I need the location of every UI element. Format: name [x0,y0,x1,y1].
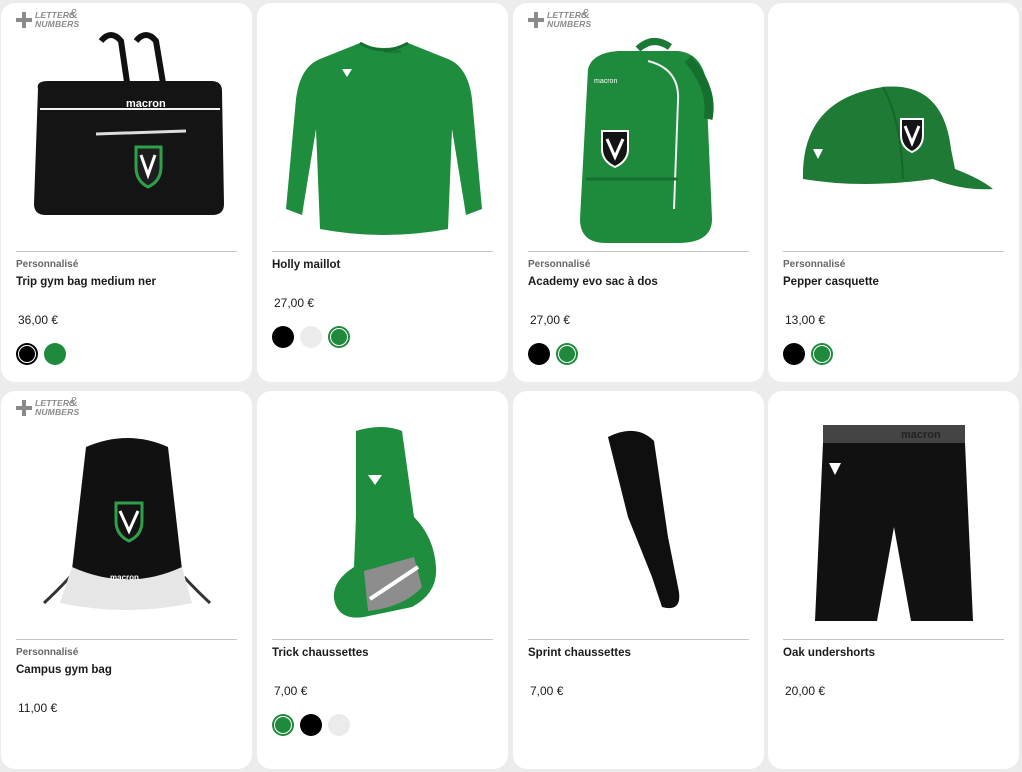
plus-icon [528,12,544,28]
svg-text:macron: macron [594,78,617,85]
drawstring-bag-icon: macron [42,438,212,610]
color-swatches [528,343,578,367]
product-image-backpack[interactable]: macron [528,29,750,247]
product-name[interactable]: Academy evo sac à dos [528,276,658,288]
color-swatches [783,343,833,367]
product-name[interactable]: Pepper casquette [783,276,879,288]
product-price: 27,00 € [530,313,571,327]
color-swatch-green[interactable] [811,343,833,365]
jersey-icon: macron [286,41,482,235]
letters-numbers-badge: LETTERS NUMBERS & [16,394,86,419]
svg-text:macron: macron [110,573,139,582]
product-price: 11,00 € [18,701,58,715]
product-name[interactable]: Campus gym bag [16,664,112,676]
letters-numbers-badge: LETTERS NUMBERS & [16,6,86,31]
socks-icon [333,427,437,618]
product-card-sprint-chaussettes[interactable]: Sprint chaussettes 7,00 € [513,391,764,769]
personalised-tag: Personnalisé [16,259,79,270]
product-name[interactable]: Trick chaussettes [272,647,369,659]
card-divider [16,251,237,252]
product-price: 7,00 € [530,684,564,698]
color-swatches [272,326,350,350]
badge-ampersand: & [69,6,78,21]
color-swatches [16,343,66,367]
plus-icon [16,12,32,28]
backpack-icon: macron [580,38,714,243]
product-price: 7,00 € [274,684,308,698]
product-image-undershorts[interactable]: macron [783,417,1005,635]
product-image-drawstring-bag[interactable]: macron [16,417,238,635]
color-swatch-white[interactable] [328,714,350,736]
product-price: 36,00 € [18,313,59,327]
product-name[interactable]: Trip gym bag medium ner [16,276,156,288]
personalised-tag: Personnalisé [528,259,591,270]
plus-icon [16,400,32,416]
color-swatch-black[interactable] [783,343,805,365]
card-divider [783,251,1004,252]
product-card-trick-chaussettes[interactable]: Trick chaussettes 7,00 € [257,391,508,769]
color-swatch-black[interactable] [16,343,38,365]
color-swatch-black[interactable] [528,343,550,365]
product-image-jersey[interactable]: macron [272,29,494,247]
product-image-leg-sleeve[interactable] [528,417,750,635]
product-name[interactable]: Holly maillot [272,259,340,271]
product-image-cap[interactable] [783,29,1005,247]
card-divider [272,639,493,640]
product-image-gym-bag[interactable]: macron [16,29,238,247]
svg-text:macron: macron [901,429,941,441]
product-grid: LETTERS NUMBERS & macron Personnalisé Tr… [0,0,1022,772]
color-swatch-green[interactable] [272,714,294,736]
badge-ampersand: & [581,6,590,21]
color-swatch-green[interactable] [556,343,578,365]
svg-text:macron: macron [384,49,401,55]
personalised-tag: Personnalisé [16,647,79,658]
product-name[interactable]: Sprint chaussettes [528,647,631,659]
color-swatch-green[interactable] [44,343,66,365]
card-divider [16,639,237,640]
svg-text:macron: macron [126,98,166,110]
card-divider [528,639,749,640]
color-swatch-green[interactable] [328,326,350,348]
cap-icon [802,86,993,190]
color-swatches [272,714,350,738]
product-price: 27,00 € [274,296,315,310]
card-divider [783,639,1004,640]
color-swatch-white[interactable] [300,326,322,348]
undershorts-icon: macron [815,425,973,621]
letters-numbers-badge: LETTERS NUMBERS & [528,6,598,31]
product-card-academy-backpack[interactable]: LETTERS NUMBERS & macron Personnalisé Ac… [513,3,764,382]
product-name[interactable]: Oak undershorts [783,647,875,659]
product-card-campus-gym-bag[interactable]: LETTERS NUMBERS & macron Personnalisé Ca… [1,391,252,769]
product-card-trip-gym-bag[interactable]: LETTERS NUMBERS & macron Personnalisé Tr… [1,3,252,382]
gym-bag-icon: macron [34,32,224,215]
leg-sleeve-icon [608,430,680,609]
product-card-oak-undershorts[interactable]: macron Oak undershorts 20,00 € [768,391,1019,769]
card-divider [272,251,493,252]
color-swatch-black[interactable] [272,326,294,348]
product-price: 20,00 € [785,684,826,698]
product-card-pepper-cap[interactable]: Personnalisé Pepper casquette 13,00 € [768,3,1019,382]
product-card-holly-maillot[interactable]: macron Holly maillot 27,00 € [257,3,508,382]
personalised-tag: Personnalisé [783,259,846,270]
product-image-socks[interactable] [272,417,494,635]
badge-ampersand: & [69,394,78,409]
color-swatch-black[interactable] [300,714,322,736]
card-divider [528,251,749,252]
product-price: 13,00 € [785,313,826,327]
